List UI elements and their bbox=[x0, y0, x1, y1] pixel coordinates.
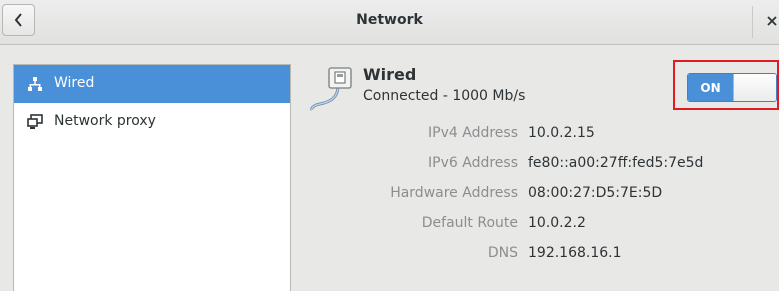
header-bar: Network bbox=[0, 0, 779, 45]
ipv4-address-value: 10.0.2.15 bbox=[528, 125, 595, 141]
sidebar-item-wired[interactable]: Wired bbox=[14, 65, 290, 103]
close-button[interactable] bbox=[762, 10, 779, 32]
sidebar-item-network-proxy[interactable]: Network proxy bbox=[14, 103, 290, 141]
device-status: Connected - 1000 Mb/s bbox=[363, 88, 526, 104]
sidebar-item-label: Network proxy bbox=[54, 113, 156, 129]
ethernet-cable-icon bbox=[310, 67, 352, 111]
close-icon bbox=[767, 16, 777, 26]
switch-knob[interactable] bbox=[733, 74, 776, 101]
dns-value: 192.168.16.1 bbox=[528, 245, 622, 261]
header-separator bbox=[752, 6, 753, 38]
device-name: Wired bbox=[363, 65, 417, 84]
window-title: Network bbox=[356, 12, 423, 28]
network-proxy-icon bbox=[27, 114, 43, 129]
default-route-label: Default Route bbox=[421, 215, 518, 231]
default-route-value: 10.0.2.2 bbox=[528, 215, 586, 231]
hardware-address-value: 08:00:27:D5:7E:5D bbox=[528, 185, 663, 201]
connection-toggle-switch[interactable]: ON bbox=[687, 73, 777, 102]
ipv6-address-label: IPv6 Address bbox=[428, 155, 518, 171]
device-list: Wired Network proxy bbox=[13, 64, 291, 291]
sidebar-item-label: Wired bbox=[54, 75, 95, 91]
ipv4-address-label: IPv4 Address bbox=[428, 125, 518, 141]
switch-on-label: ON bbox=[688, 74, 733, 101]
hardware-address-label: Hardware Address bbox=[390, 185, 518, 201]
ipv6-address-value: fe80::a00:27ff:fed5:7e5d bbox=[528, 155, 704, 171]
wired-network-icon bbox=[28, 77, 42, 91]
dns-label: DNS bbox=[487, 245, 518, 261]
